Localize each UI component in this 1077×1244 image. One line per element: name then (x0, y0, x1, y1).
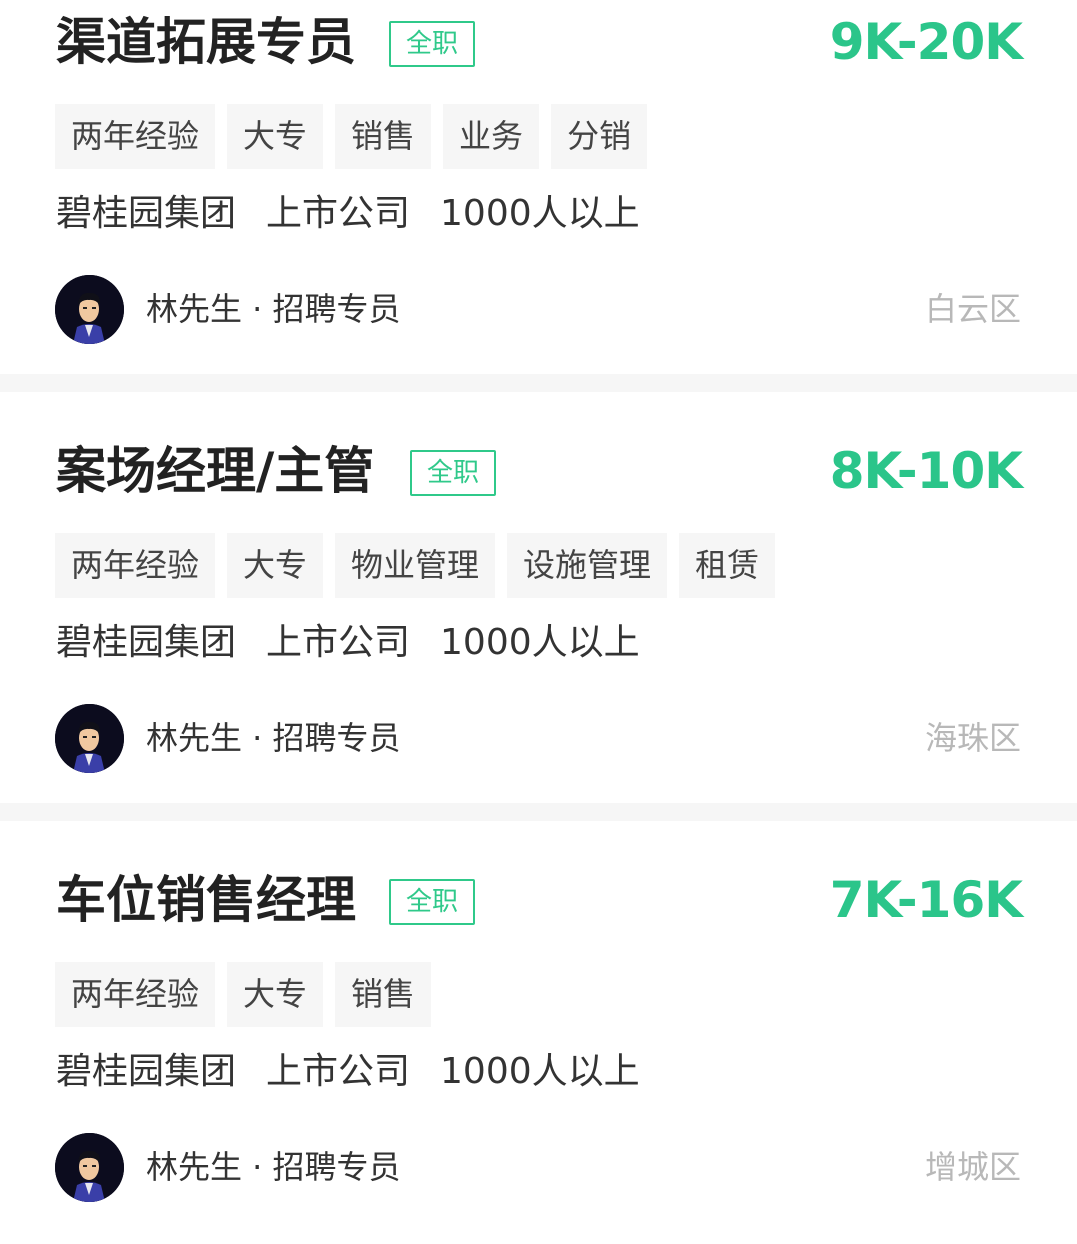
company-size: 1000人以上 (440, 1051, 640, 1092)
job-list: 渠道拓展专员 全职 9K-20K 两年经验 大专 销售 业务 分销 碧桂园集团上… (0, 0, 1077, 1244)
job-tag: 分销 (551, 104, 648, 169)
company-name: 碧桂园集团 (56, 622, 237, 663)
company-stage: 上市公司 (266, 1051, 411, 1092)
job-district: 增城区 (924, 1148, 1021, 1186)
company-size: 1000人以上 (440, 193, 640, 234)
job-tag: 租赁 (679, 533, 776, 598)
job-tags: 两年经验 大专 销售 业务 分销 (55, 104, 648, 169)
job-district: 白云区 (924, 290, 1021, 328)
job-district: 海珠区 (924, 719, 1021, 757)
recruiter-avatar[interactable] (55, 704, 124, 773)
job-title: 车位销售经理 (56, 871, 356, 929)
job-card[interactable]: 渠道拓展专员 全职 9K-20K 两年经验 大专 销售 业务 分销 碧桂园集团上… (0, 0, 1077, 374)
company-name: 碧桂园集团 (56, 193, 237, 234)
job-type-badge: 全职 (389, 879, 475, 925)
job-tags: 两年经验 大专 物业管理 设施管理 租赁 (55, 533, 776, 598)
recruiter-avatar[interactable] (55, 275, 124, 344)
company-stage: 上市公司 (266, 622, 411, 663)
recruiter-name: 林先生 · 招聘专员 (146, 290, 401, 328)
job-salary: 8K-10K (829, 442, 1023, 500)
job-tag: 业务 (443, 104, 540, 169)
job-tags: 两年经验 大专 销售 (55, 962, 432, 1027)
job-tag: 大专 (227, 104, 324, 169)
job-tag: 设施管理 (507, 533, 668, 598)
avatar-icon (55, 275, 124, 344)
job-tag: 物业管理 (335, 533, 496, 598)
job-card[interactable]: 车位销售经理 全职 7K-16K 两年经验 大专 销售 碧桂园集团 上市公司 100… (0, 821, 1077, 1244)
company-info: 碧桂园集团 上市公司 1000人以上 (56, 617, 670, 669)
avatar-icon (55, 704, 124, 773)
job-tag: 销售 (335, 962, 432, 1027)
job-tag: 两年经验 (55, 962, 216, 1027)
avatar-icon (55, 1133, 124, 1202)
job-card[interactable]: 案场经理/主管 全职 8K-10K 两年经验 大专 物业管理 设施管理 租赁 碧… (0, 392, 1077, 773)
job-tag: 两年经验 (55, 104, 216, 169)
job-tag: 销售 (335, 104, 432, 169)
job-salary: 7K-16K (829, 871, 1023, 929)
job-salary: 9K-20K (829, 13, 1023, 71)
job-title: 案场经理/主管 (56, 442, 375, 500)
job-type-badge: 全职 (389, 21, 475, 67)
job-tag: 大专 (227, 533, 324, 598)
job-title: 渠道拓展专员 (56, 13, 356, 71)
recruiter-avatar[interactable] (55, 1133, 124, 1202)
card-separator (0, 803, 1077, 821)
recruiter-name: 林先生 · 招聘专员 (146, 719, 401, 757)
job-tag: 两年经验 (55, 533, 216, 598)
company-info: 碧桂园集团 上市公司 1000人以上 (56, 188, 670, 240)
job-type-badge: 全职 (410, 450, 496, 496)
recruiter-name: 林先生 · 招聘专员 (146, 1148, 401, 1186)
company-name: 碧桂园集团 (56, 1051, 237, 1092)
company-info: 碧桂园集团 上市公司 1000人以上 (56, 1046, 670, 1098)
company-size: 1000人以上 (440, 622, 640, 663)
card-separator (0, 374, 1077, 392)
job-tag: 大专 (227, 962, 324, 1027)
company-stage: 上市公司 (266, 193, 411, 234)
